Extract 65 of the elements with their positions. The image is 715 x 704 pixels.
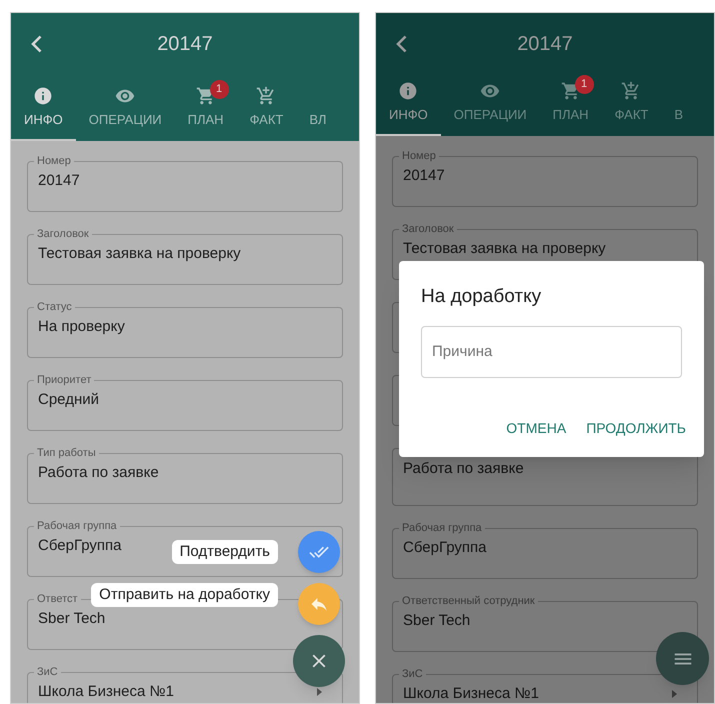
field-value: СберГруппа	[403, 538, 486, 558]
field-label: Приоритет	[36, 373, 92, 387]
form-field[interactable]: Тип работы Работа по заявке	[27, 446, 343, 504]
field-value: Sber Tech	[38, 609, 106, 629]
form-field[interactable]: Номер 20147	[392, 149, 698, 207]
field-value: Работа по заявке	[38, 463, 159, 483]
field-value: Школа Бизнеса №1	[38, 682, 174, 702]
tab[interactable]: ФАКТ	[602, 75, 662, 136]
field-value: На проверку	[38, 317, 125, 337]
field-label: Рабочая группа	[401, 521, 483, 535]
tab-icon	[33, 86, 54, 106]
tab[interactable]: ОПЕРАЦИИ	[440, 75, 540, 136]
form-field[interactable]: Приоритет Средний	[27, 373, 343, 431]
speed-dial-menu[interactable]	[293, 635, 345, 687]
field-label: Статус	[36, 300, 73, 314]
field-value: 20147	[403, 166, 445, 186]
field-value: Школа Бизнеса №1	[403, 684, 539, 703]
count-badge: 1	[210, 80, 229, 99]
field-label: ЗиС	[401, 667, 424, 681]
field-value: 20147	[38, 171, 80, 191]
tab[interactable]: 1 ПЛАН	[174, 75, 237, 141]
field-label: Тип работы	[36, 446, 97, 460]
action-tooltip: Отправить на доработку	[91, 583, 278, 607]
field-value: Работа по заявке	[403, 459, 524, 479]
return-fab[interactable]	[298, 583, 340, 625]
screen-title: 20147	[157, 32, 213, 57]
field-label: Рабочая группа	[36, 519, 118, 533]
count-badge: 1	[574, 75, 594, 94]
dialog-button[interactable]: ОТМЕНА	[498, 412, 574, 445]
form-field[interactable]: Рабочая группа СберГруппа	[392, 521, 698, 579]
field-label: Заголовок	[36, 227, 90, 241]
field-label: Ответственный сотрудник	[401, 594, 536, 608]
tab-icon	[398, 81, 418, 101]
reason-input[interactable]: Причина	[421, 326, 682, 378]
back-chevron-icon	[31, 35, 42, 53]
tab[interactable]: ОПЕРАЦИИ	[76, 75, 175, 141]
confirm-fab[interactable]	[298, 531, 340, 573]
field-value: Средний	[38, 390, 99, 410]
field-value: СберГруппа	[38, 536, 122, 556]
field-label: ЗиС	[36, 665, 59, 679]
tab[interactable]: ВЛ	[296, 75, 340, 141]
field-label: Номер	[36, 154, 72, 168]
screen-title: 20147	[517, 32, 573, 57]
form-field[interactable]: Статус На проверку	[27, 300, 343, 358]
tab[interactable]: ФАКТ	[236, 75, 296, 141]
field-label: Заголовок	[401, 222, 455, 236]
tab-icon	[621, 81, 642, 101]
tab[interactable]: ИНФО	[376, 75, 441, 136]
field-label: Ответст	[36, 592, 79, 606]
tab[interactable]: В	[661, 75, 696, 136]
back-chevron-icon	[396, 35, 407, 53]
form-field[interactable]: Номер 20147	[27, 154, 343, 212]
tab[interactable]: 1 ПЛАН	[540, 75, 602, 136]
form-field[interactable]: Заголовок Тестовая заявка на проверку	[27, 227, 343, 285]
dropdown-arrow-icon	[672, 690, 677, 698]
dialog-title: На доработку	[421, 285, 542, 309]
field-label: Номер	[401, 149, 437, 163]
tab-icon	[256, 86, 276, 106]
field-value: Тестовая заявка на проверку	[38, 244, 241, 264]
action-tooltip: Подтвердить	[172, 540, 278, 564]
tab[interactable]: ИНФО	[11, 75, 76, 141]
field-value: Sber Tech	[403, 611, 470, 631]
dialog-button[interactable]: ПРОДОЛЖИТЬ	[578, 412, 694, 445]
field-value: Тестовая заявка на проверку	[403, 239, 606, 259]
dropdown-arrow-icon	[317, 688, 322, 696]
